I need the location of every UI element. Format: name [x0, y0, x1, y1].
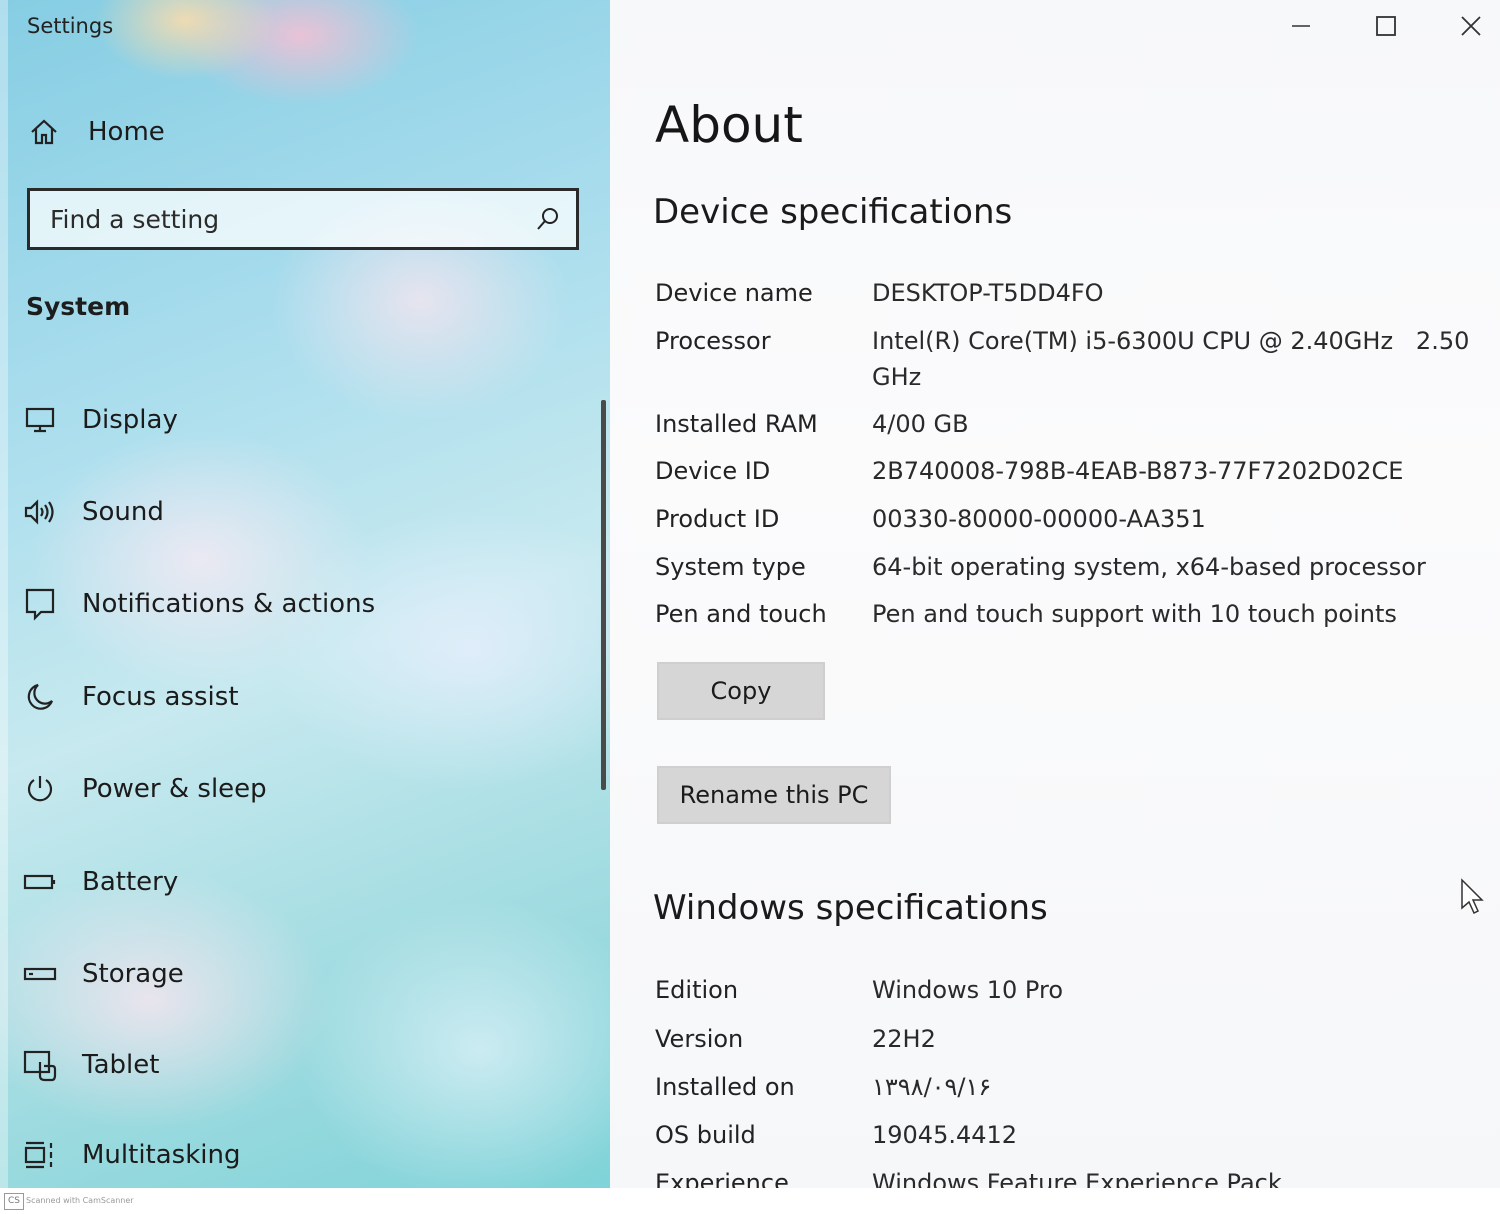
spec-value: Pen and touch support with 10 touch poin… — [872, 600, 1397, 628]
sidebar-item-battery[interactable]: Battery — [22, 859, 178, 905]
spec-value: Windows 10 Pro — [872, 976, 1064, 1004]
windows-specifications-heading: Windows specifications — [653, 888, 1048, 928]
scanner-note: Scanned with CamScanner — [26, 1196, 134, 1205]
scanner-badge: CS — [4, 1193, 24, 1210]
sidebar-item-focus-assist[interactable]: Focus assist — [22, 674, 239, 720]
maximize-icon — [1375, 15, 1397, 37]
sidebar-item-label: Storage — [82, 959, 184, 989]
scan-footer: CS Scanned with CamScanner — [0, 1188, 1500, 1214]
spec-value: 22H2 — [872, 1025, 936, 1053]
home-icon — [28, 116, 60, 148]
spec-label: Version — [655, 1025, 744, 1053]
tablet-icon — [22, 1047, 58, 1083]
sidebar-item-display[interactable]: Display — [22, 397, 178, 443]
sidebar-item-label: Multitasking — [82, 1140, 241, 1170]
device-specifications-heading: Device specifications — [653, 192, 1013, 232]
spec-label: Experience — [655, 1169, 789, 1188]
spec-label: Edition — [655, 976, 739, 1004]
search-input[interactable] — [30, 191, 520, 247]
minimize-icon — [1290, 15, 1312, 37]
home-label: Home — [88, 117, 165, 147]
section-heading-system: System — [26, 292, 131, 321]
spec-value: ۱۳۹۸/۰۹/۱۶ — [872, 1073, 992, 1101]
search-icon[interactable] — [534, 205, 562, 233]
spec-label: Device ID — [655, 457, 771, 485]
spec-value: 2B740008-798B-4EAB-B873-77F7202D02CE — [872, 457, 1404, 485]
sidebar-scrollbar[interactable] — [601, 400, 606, 790]
sidebar-item-storage[interactable]: Storage — [22, 951, 184, 997]
sidebar-item-multitasking[interactable]: Multitasking — [22, 1132, 241, 1178]
minimize-button[interactable] — [1278, 8, 1324, 44]
sidebar-item-label: Sound — [82, 497, 164, 527]
page-title: About — [655, 96, 803, 154]
sidebar: Settings Home System Display — [0, 0, 610, 1188]
spec-label: Processor — [655, 327, 771, 355]
app-title: Settings — [27, 14, 114, 38]
close-icon — [1460, 15, 1482, 37]
rename-this-pc-button[interactable]: Rename this PC — [657, 766, 891, 824]
spec-label: System type — [655, 553, 806, 581]
spec-value: DESKTOP-T5DD4FO — [872, 279, 1104, 307]
spec-value: 64-bit operating system, x64-based proce… — [872, 553, 1426, 581]
speaker-icon — [22, 494, 58, 530]
spec-value: 00330-80000-00000-AA351 — [872, 505, 1206, 533]
sidebar-item-label: Display — [82, 405, 178, 435]
power-icon — [22, 771, 58, 807]
mouse-cursor-icon — [1460, 878, 1486, 916]
close-button[interactable] — [1448, 8, 1494, 44]
sidebar-item-tablet[interactable]: Tablet — [22, 1042, 159, 1088]
sidebar-item-label: Notifications & actions — [82, 589, 376, 619]
copy-button[interactable]: Copy — [657, 662, 825, 720]
notification-icon — [22, 586, 58, 622]
spec-label: Installed RAM — [655, 410, 818, 438]
spec-label: Installed on — [655, 1073, 795, 1101]
sidebar-item-label: Tablet — [82, 1050, 160, 1080]
spec-value: Windows Feature Experience Pack 120.2212… — [872, 1169, 1282, 1188]
monitor-icon — [22, 402, 58, 438]
search-box[interactable] — [27, 188, 579, 250]
maximize-button[interactable] — [1363, 8, 1409, 44]
sidebar-item-label: Focus assist — [82, 682, 239, 712]
main-content: About Device specifications Device name … — [610, 0, 1500, 1188]
sidebar-item-power-sleep[interactable]: Power & sleep — [22, 766, 267, 812]
spec-value: 4/00 GB — [872, 410, 969, 438]
spec-label: Pen and touch — [655, 600, 827, 628]
moon-icon — [22, 679, 58, 715]
sidebar-item-notifications[interactable]: Notifications & actions — [22, 581, 375, 627]
multitasking-icon — [22, 1137, 58, 1173]
spec-label: OS build — [655, 1121, 756, 1149]
sidebar-item-label: Power & sleep — [82, 774, 267, 804]
spec-label: Product ID — [655, 505, 780, 533]
spec-value: Intel(R) Core(TM) i5-6300U CPU @ 2.40GHz… — [872, 327, 1478, 391]
home-button[interactable]: Home — [28, 112, 165, 152]
spec-label: Device name — [655, 279, 813, 307]
battery-icon — [22, 864, 58, 900]
sidebar-edge — [0, 0, 8, 1188]
sidebar-item-label: Battery — [82, 867, 179, 897]
sidebar-item-sound[interactable]: Sound — [22, 489, 164, 535]
spec-value: 19045.4412 — [872, 1121, 1018, 1149]
storage-icon — [22, 956, 58, 992]
